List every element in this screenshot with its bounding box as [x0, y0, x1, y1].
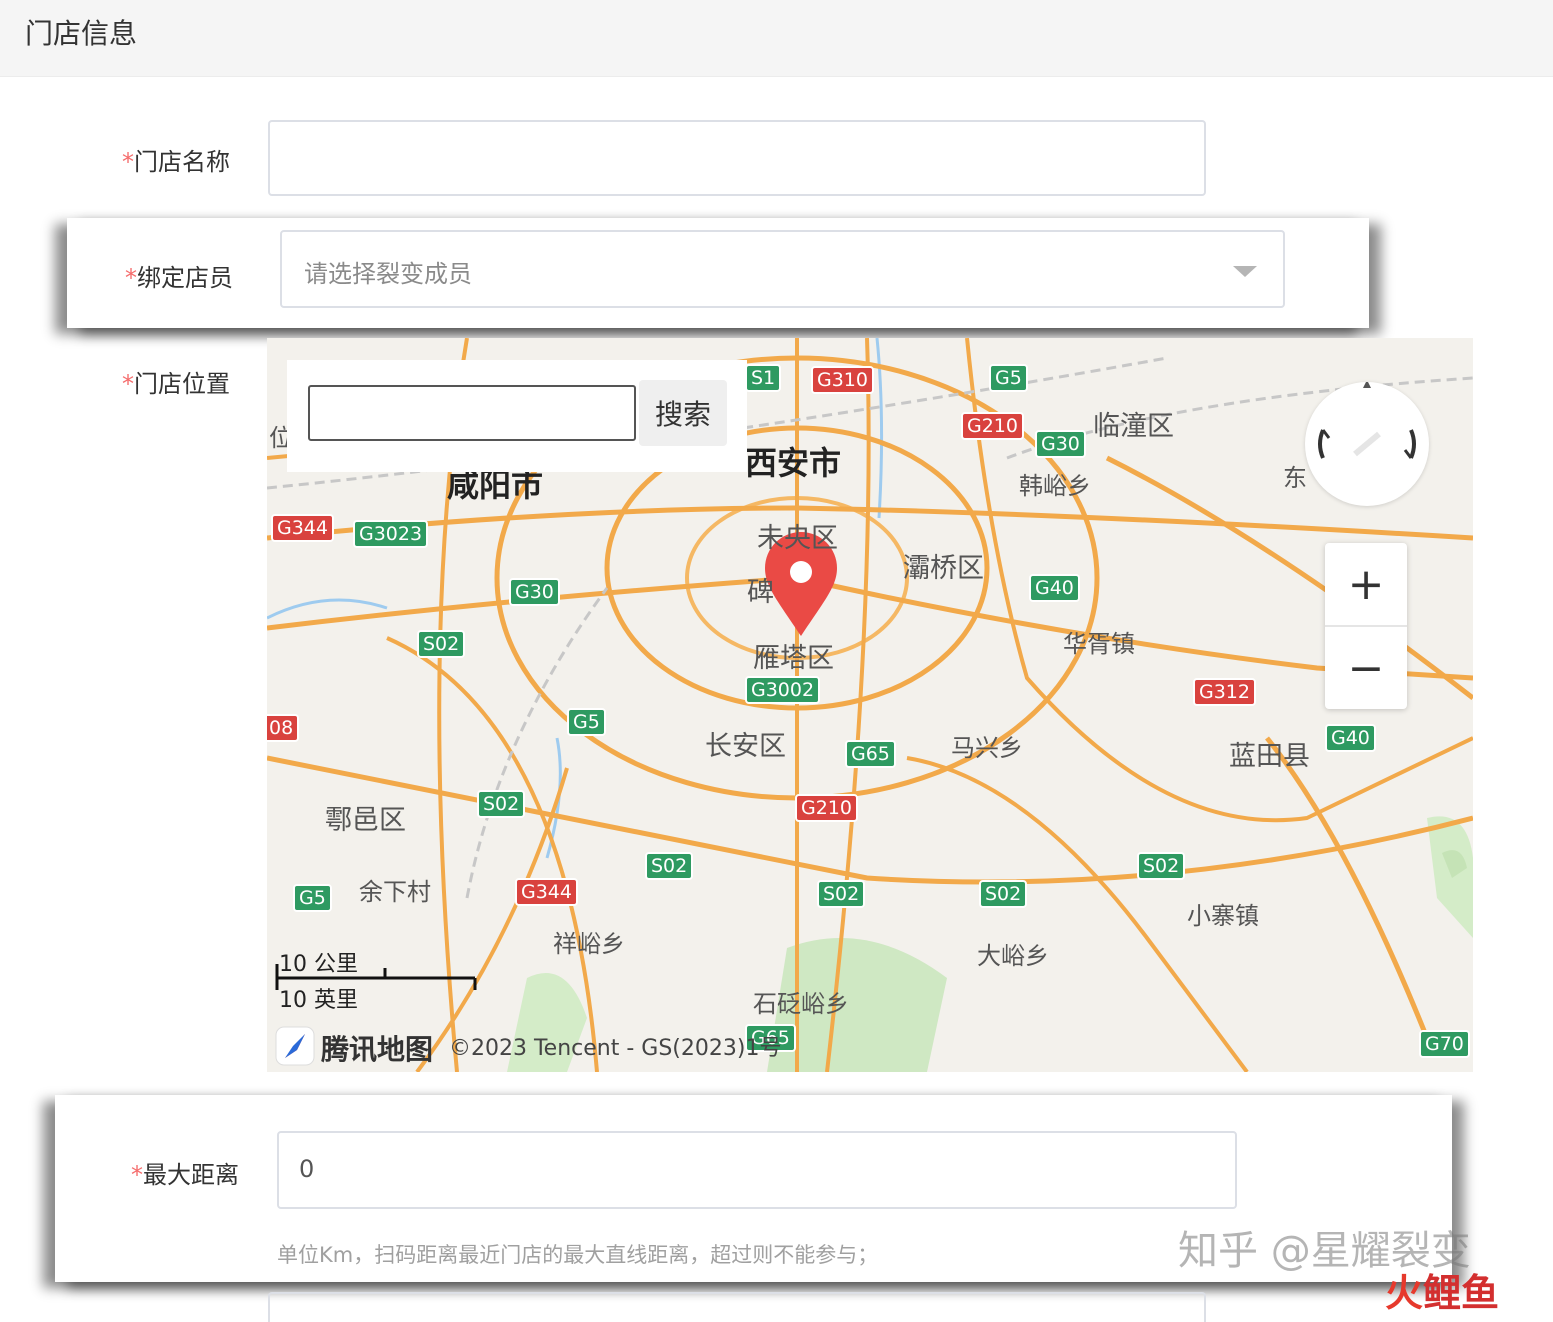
place-label: 大峪乡	[977, 942, 1049, 970]
place-label: 蓝田县	[1229, 741, 1310, 772]
highway-shield: 08	[267, 714, 300, 742]
watermark-logo: 火鲤鱼	[1385, 1262, 1499, 1317]
highway-shield: S1	[745, 364, 782, 392]
highway-shield: G3002	[745, 676, 821, 704]
highway-shield: G40	[1029, 574, 1080, 602]
highway-shield: S02	[477, 790, 526, 818]
required-mark: *	[131, 1161, 143, 1189]
bind-staff-placeholder: 请选择裂变成员	[304, 260, 472, 288]
zoom-out-button[interactable]: −	[1325, 627, 1407, 709]
location-label: *门店位置	[122, 364, 230, 399]
highway-shield: G70	[1419, 1030, 1470, 1058]
watermark-logo-a: 火	[1385, 1271, 1424, 1315]
watermark-logo-b: 鲤鱼	[1423, 1271, 1500, 1315]
highway-shield: G312	[1193, 678, 1256, 706]
highway-shield: S02	[417, 630, 466, 658]
map-scale: 10 公里 10 英里	[275, 946, 485, 1013]
place-label: 雁塔区	[753, 643, 834, 674]
place-label: 小寨镇	[1187, 902, 1259, 930]
highway-shield: G310	[811, 366, 874, 394]
compass-control[interactable]	[1305, 380, 1429, 506]
compass-icon	[1318, 380, 1416, 459]
max-distance-hint: 单位Km，扫码距离最近门店的最大直线距离，超过则不能参与；	[277, 1243, 879, 1267]
store-name-input[interactable]	[268, 120, 1206, 196]
highway-shield: S02	[817, 880, 866, 908]
highway-shield: G40	[1325, 724, 1376, 752]
store-name-label-text: 门店名称	[134, 148, 230, 176]
place-label: 东	[1283, 464, 1307, 492]
bind-staff-label-text: 绑定店员	[137, 264, 233, 292]
place-label: 碑	[747, 577, 774, 608]
zoom-in-button[interactable]: +	[1325, 543, 1407, 625]
page-header: 门店信息	[0, 0, 1553, 77]
place-label: 临潼区	[1093, 411, 1174, 442]
max-distance-label-text: 最大距离	[143, 1161, 239, 1189]
map-view[interactable]: 西安市 咸阳市 未央区 碑 灞桥区 临潼区 韩峪乡 雁塔区 长安区 鄠邑区 余下…	[267, 338, 1473, 1072]
map-compass-logo-icon	[275, 1026, 315, 1066]
highway-shield: G5	[293, 884, 332, 912]
highway-shield: G344	[271, 514, 334, 542]
zoom-control: + −	[1325, 543, 1407, 709]
chevron-down-icon	[1233, 266, 1257, 277]
required-mark: *	[122, 148, 134, 176]
max-distance-value: 0	[299, 1155, 315, 1183]
place-label: 余下村	[359, 878, 431, 906]
place-label: 灞桥区	[903, 553, 984, 584]
place-label: 未央区	[757, 523, 838, 554]
highway-shield: G3023	[353, 520, 429, 548]
bind-staff-label: *绑定店员	[125, 258, 233, 293]
highway-shield: G5	[989, 364, 1028, 392]
bind-staff-select[interactable]: 请选择裂变成员	[280, 230, 1285, 308]
store-name-label: *门店名称	[122, 142, 230, 177]
bind-staff-row: *绑定店员 请选择裂变成员	[67, 218, 1369, 328]
place-label: 长安区	[705, 731, 786, 762]
highway-shield: G5	[567, 708, 606, 736]
highway-shield: G210	[795, 794, 858, 822]
place-label: 鄠邑区	[325, 805, 406, 836]
highway-shield: G65	[845, 740, 896, 768]
highway-shield: G30	[1035, 430, 1086, 458]
map-copyright: ©2023 Tencent - GS(2023)1号	[449, 1036, 782, 1061]
highway-shield: G344	[515, 878, 578, 906]
page-title: 门店信息	[25, 17, 138, 50]
map-brand: 腾讯地图	[321, 1033, 434, 1066]
highway-shield: G210	[961, 412, 1024, 440]
required-mark: *	[122, 370, 134, 398]
location-label-text: 门店位置	[134, 370, 230, 398]
map-search-input[interactable]	[308, 385, 636, 441]
required-mark: *	[125, 264, 137, 292]
map-search-button[interactable]: 搜索	[639, 380, 727, 446]
max-distance-label: *最大距离	[131, 1155, 239, 1190]
highway-shield: S02	[979, 880, 1028, 908]
place-label: 西安市	[745, 444, 842, 482]
place-label: 祥峪乡	[553, 930, 625, 958]
map-search-panel: 搜索	[287, 360, 747, 472]
place-label: 石砭峪乡	[753, 990, 849, 1018]
place-label: 马兴乡	[951, 734, 1023, 762]
highway-shield: G30	[509, 578, 560, 606]
highway-shield: S02	[645, 852, 694, 880]
place-label: 韩峪乡	[1019, 472, 1091, 500]
next-field-input[interactable]	[268, 1292, 1206, 1322]
max-distance-input[interactable]: 0	[277, 1131, 1237, 1209]
scale-imperial: 10 英里	[279, 988, 358, 1013]
place-label: 华胥镇	[1063, 630, 1135, 658]
highway-shield: S02	[1137, 852, 1186, 880]
